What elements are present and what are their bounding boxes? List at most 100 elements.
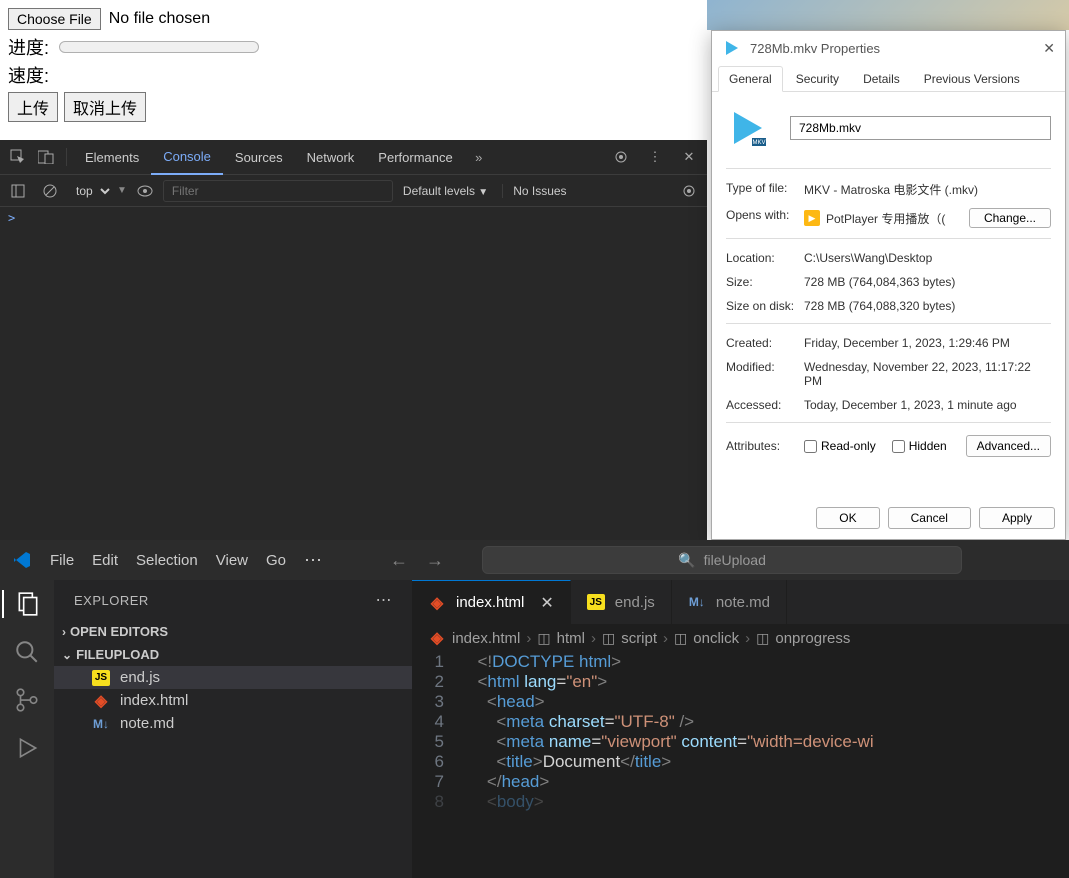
devtools-tabbar: Elements Console Sources Network Perform… — [0, 140, 707, 175]
editor-tab-endjs[interactable]: JSend.js — [571, 580, 672, 624]
tab-general[interactable]: General — [718, 66, 783, 92]
settings-icon[interactable] — [607, 143, 635, 171]
change-button[interactable]: Change... — [969, 208, 1051, 228]
editor-tab-indexhtml[interactable]: ◈index.html✕ — [412, 580, 571, 624]
html-file-icon: ◈ — [428, 630, 446, 646]
tab-previous-versions[interactable]: Previous Versions — [913, 66, 1031, 92]
tab-security[interactable]: Security — [785, 66, 850, 92]
file-endjs[interactable]: JSend.js — [54, 666, 412, 689]
menu-view[interactable]: View — [216, 552, 248, 569]
device-toolbar-icon[interactable] — [32, 143, 60, 171]
tab-performance[interactable]: Performance — [366, 140, 464, 175]
inspect-icon[interactable] — [4, 143, 32, 171]
cube-icon: ◫ — [602, 630, 615, 647]
modified-value: Wednesday, November 22, 2023, 11:17:22 P… — [804, 360, 1051, 388]
editor-tab-notemd[interactable]: M↓note.md — [672, 580, 787, 624]
eye-icon[interactable] — [131, 177, 159, 205]
choose-file-button[interactable]: Choose File — [8, 8, 101, 30]
progress-label: 进度: — [8, 34, 49, 60]
tab-details[interactable]: Details — [852, 66, 911, 92]
menu-go[interactable]: Go — [266, 552, 286, 569]
dialog-titlebar[interactable]: 728Mb.mkv Properties ✕ — [712, 31, 1065, 65]
explorer-icon[interactable] — [2, 590, 52, 618]
menu-edit[interactable]: Edit — [92, 552, 118, 569]
close-tab-icon[interactable]: ✕ — [540, 593, 553, 613]
hidden-checkbox[interactable]: Hidden — [892, 439, 947, 453]
size-value: 728 MB (764,084,363 bytes) — [804, 275, 1051, 289]
location-value: C:\Users\Wang\Desktop — [804, 251, 1051, 265]
progress-bar — [59, 41, 259, 53]
accessed-label: Accessed: — [726, 398, 804, 412]
code-editor[interactable]: 1 <!DOCTYPE html> 2 <html lang="en"> 3 <… — [412, 652, 1069, 812]
source-control-icon[interactable] — [13, 686, 41, 714]
menu-selection[interactable]: Selection — [136, 552, 198, 569]
folder-section[interactable]: ⌄FILEUPLOAD — [54, 643, 412, 666]
nav-back-icon[interactable]: ← — [390, 550, 408, 571]
breadcrumb-item[interactable]: onclick — [693, 630, 739, 647]
open-editors-section[interactable]: ›OPEN EDITORS — [54, 620, 412, 643]
attributes-label: Attributes: — [726, 439, 804, 453]
speed-label: 速度: — [8, 62, 699, 88]
accessed-value: Today, December 1, 2023, 1 minute ago — [804, 398, 1051, 412]
explorer-title: EXPLORER — [74, 593, 149, 608]
size-label: Size: — [726, 275, 804, 289]
apply-button[interactable]: Apply — [979, 507, 1055, 529]
breadcrumb[interactable]: ◈ index.html› ◫html› ◫script› ◫onclick› … — [412, 624, 1069, 652]
readonly-checkbox[interactable]: Read-only — [804, 439, 876, 453]
kebab-icon[interactable]: ⋮ — [641, 143, 669, 171]
tab-console[interactable]: Console — [151, 140, 223, 175]
console-body[interactable]: > — [0, 207, 707, 229]
tab-sources[interactable]: Sources — [223, 140, 295, 175]
command-center[interactable]: 🔍 fileUpload — [482, 546, 962, 574]
console-toolbar: top ▼ Default levels ▼ No Issues — [0, 175, 707, 207]
tab-elements[interactable]: Elements — [73, 140, 151, 175]
js-file-icon: JS — [92, 670, 110, 686]
cube-icon: ◫ — [756, 630, 769, 647]
search-icon: 🔍 — [678, 552, 695, 569]
sidebar-toggle-icon[interactable] — [4, 177, 32, 205]
menu-more-icon[interactable]: ⋯ — [304, 550, 322, 571]
type-of-file-label: Type of file: — [726, 181, 804, 198]
cancel-button[interactable]: Cancel — [888, 507, 971, 529]
opens-with-value: PotPlayer 专用播放（( — [826, 210, 945, 227]
size-on-disk-value: 728 MB (764,088,320 bytes) — [804, 299, 1051, 313]
levels-select[interactable]: Default levels ▼ — [403, 184, 488, 198]
breadcrumb-item[interactable]: script — [621, 630, 657, 647]
explorer-more-icon[interactable]: ⋯ — [376, 590, 393, 610]
more-tabs-icon[interactable]: » — [465, 143, 493, 171]
nav-forward-icon[interactable]: → — [426, 550, 444, 571]
desktop-background — [707, 0, 1069, 30]
clear-console-icon[interactable] — [36, 177, 64, 205]
search-activity-icon[interactable] — [13, 638, 41, 666]
tab-network[interactable]: Network — [295, 140, 367, 175]
md-file-icon: M↓ — [92, 716, 110, 732]
close-icon[interactable]: ✕ — [675, 143, 703, 171]
breadcrumb-item[interactable]: html — [557, 630, 585, 647]
cancel-upload-button[interactable]: 取消上传 — [64, 92, 146, 122]
workspace-name: fileUpload — [704, 552, 766, 568]
menu-file[interactable]: File — [50, 552, 74, 569]
advanced-button[interactable]: Advanced... — [966, 435, 1051, 457]
cube-icon: ◫ — [537, 630, 550, 647]
js-file-icon: JS — [587, 594, 605, 610]
context-select[interactable]: top — [68, 181, 113, 201]
breadcrumb-item[interactable]: index.html — [452, 630, 520, 647]
md-file-icon: M↓ — [688, 594, 706, 610]
filter-input[interactable] — [163, 180, 393, 202]
svg-text:MKV: MKV — [752, 140, 765, 146]
ok-button[interactable]: OK — [816, 507, 879, 529]
breadcrumb-item[interactable]: onprogress — [775, 630, 850, 647]
filename-input[interactable] — [790, 116, 1051, 140]
file-type-icon — [722, 38, 742, 58]
file-large-icon: MKV — [726, 106, 770, 150]
file-indexhtml[interactable]: ◈index.html — [54, 689, 412, 712]
close-icon[interactable]: ✕ — [1043, 40, 1055, 57]
vscode-titlebar[interactable]: File Edit Selection View Go ⋯ ← → 🔍 file… — [0, 540, 1069, 580]
console-settings-icon[interactable] — [675, 177, 703, 205]
created-value: Friday, December 1, 2023, 1:29:46 PM — [804, 336, 1051, 350]
html-file-icon: ◈ — [92, 693, 110, 709]
created-label: Created: — [726, 336, 804, 350]
file-notemd[interactable]: M↓note.md — [54, 712, 412, 735]
run-debug-icon[interactable] — [13, 734, 41, 762]
upload-button[interactable]: 上传 — [8, 92, 58, 122]
